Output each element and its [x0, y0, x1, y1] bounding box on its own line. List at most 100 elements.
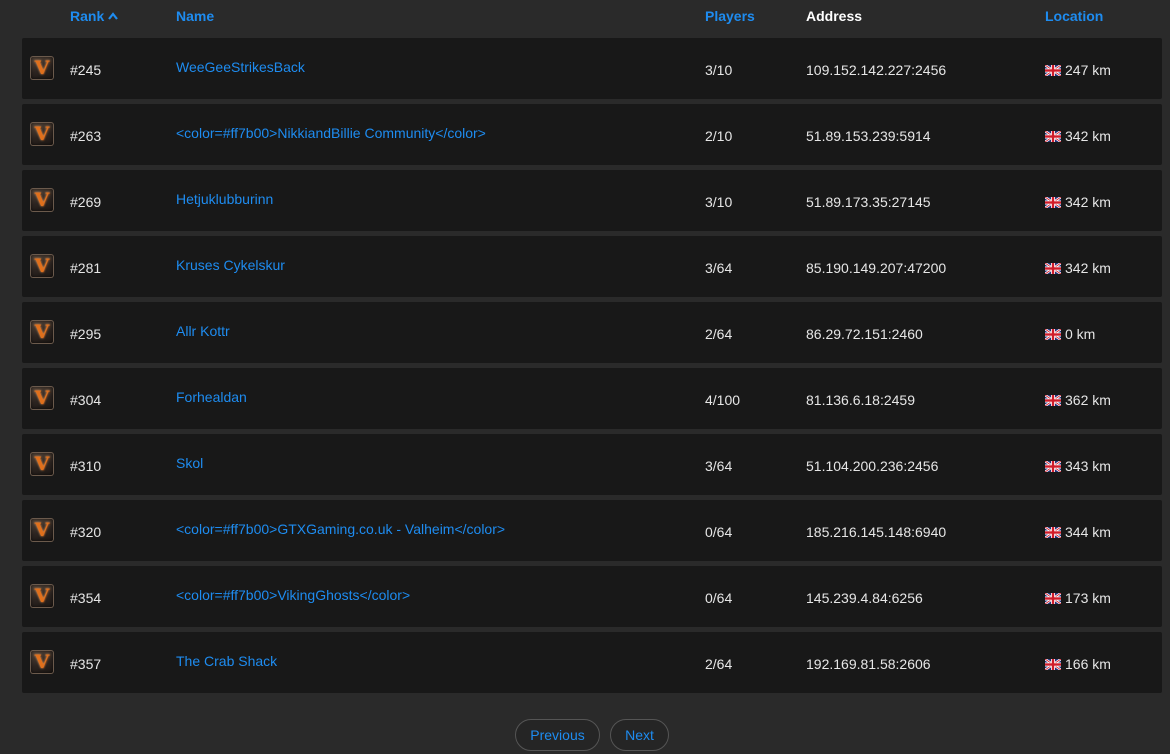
table-row[interactable]: V #320 <color=#ff7b00>GTXGaming.co.uk - Va…: [22, 500, 1162, 561]
rank-cell: #357: [70, 656, 102, 672]
server-name-link[interactable]: The Crab Shack: [176, 653, 277, 669]
address-cell: 109.152.142.227:2456: [806, 62, 947, 78]
valheim-icon: V: [30, 518, 54, 542]
server-name-link[interactable]: WeeGeeStrikesBack: [176, 59, 305, 75]
rank-cell: #310: [70, 458, 102, 474]
uk-flag-icon: [1044, 129, 1062, 143]
distance-value: 342 km: [1065, 260, 1111, 276]
location-cell: 343 km: [1044, 458, 1111, 474]
players-cell: 0/64: [705, 524, 733, 540]
location-cell: 173 km: [1044, 590, 1111, 606]
distance-value: 344 km: [1065, 524, 1111, 540]
server-name-link[interactable]: <color=#ff7b00>NikkiandBillie Community<…: [176, 125, 486, 141]
uk-flag-icon: [1044, 393, 1062, 407]
address-cell: 51.89.173.35:27145: [806, 194, 931, 210]
distance-value: 247 km: [1065, 62, 1111, 78]
uk-flag-icon: [1044, 591, 1062, 605]
table-row[interactable]: V #269 Hetjuklubburinn 3/10 51.89.173.35:271…: [22, 170, 1162, 231]
location-cell: 166 km: [1044, 656, 1111, 672]
previous-button[interactable]: Previous: [515, 719, 600, 751]
uk-flag-icon: [1044, 195, 1062, 209]
address-cell: 185.216.145.148:6940: [806, 524, 947, 540]
valheim-icon: V: [30, 386, 54, 410]
players-cell: 3/64: [705, 458, 733, 474]
location-column-header[interactable]: Location: [1045, 8, 1103, 24]
table-row[interactable]: V #354 <color=#ff7b00>VikingGhosts</color>…: [22, 566, 1162, 627]
distance-value: 342 km: [1065, 128, 1111, 144]
address-cell: 192.169.81.58:2606: [806, 656, 931, 672]
players-cell: 0/64: [705, 590, 733, 606]
server-list: Rank Name Players Address Location V #245…: [22, 0, 1162, 698]
rank-cell: #263: [70, 128, 102, 144]
rank-cell: #245: [70, 62, 102, 78]
uk-flag-icon: [1044, 525, 1062, 539]
distance-value: 0 km: [1065, 326, 1096, 342]
next-button[interactable]: Next: [610, 719, 669, 751]
chevron-up-icon: [108, 12, 119, 20]
players-cell: 4/100: [705, 392, 741, 408]
address-column-header: Address: [806, 8, 863, 24]
table-row[interactable]: V #310 Skol 3/64 51.104.200.236:2456 343 km: [22, 434, 1162, 495]
location-cell: 342 km: [1044, 260, 1111, 276]
location-cell: 342 km: [1044, 194, 1111, 210]
players-cell: 3/64: [705, 260, 733, 276]
players-cell: 2/64: [705, 326, 733, 342]
uk-flag-icon: [1044, 261, 1062, 275]
players-cell: 3/10: [705, 62, 733, 78]
players-cell: 2/64: [705, 656, 733, 672]
address-cell: 86.29.72.151:2460: [806, 326, 923, 342]
uk-flag-icon: [1044, 657, 1062, 671]
distance-value: 342 km: [1065, 194, 1111, 210]
players-cell: 3/10: [705, 194, 733, 210]
rank-cell: #320: [70, 524, 102, 540]
address-cell: 81.136.6.18:2459: [806, 392, 915, 408]
table-row[interactable]: V #245 WeeGeeStrikesBack 3/10 109.152.142.22…: [22, 38, 1162, 99]
name-column-header[interactable]: Name: [176, 8, 214, 24]
server-name-link[interactable]: <color=#ff7b00>VikingGhosts</color>: [176, 587, 410, 603]
table-row[interactable]: V #304 Forhealdan 4/100 81.136.6.18:2459 362 …: [22, 368, 1162, 429]
rank-cell: #269: [70, 194, 102, 210]
server-name-link[interactable]: Forhealdan: [176, 389, 247, 405]
server-name-link[interactable]: <color=#ff7b00>GTXGaming.co.uk - Valheim…: [176, 521, 505, 537]
uk-flag-icon: [1044, 459, 1062, 473]
rank-cell: #281: [70, 260, 102, 276]
table-row[interactable]: V #295 Allr Kottr 2/64 86.29.72.151:2460 0 km: [22, 302, 1162, 363]
server-name-link[interactable]: Skol: [176, 455, 203, 471]
server-name-link[interactable]: Hetjuklubburinn: [176, 191, 273, 207]
table-row[interactable]: V #281 Kruses Cykelskur 3/64 85.190.149.207:…: [22, 236, 1162, 297]
uk-flag-icon: [1044, 327, 1062, 341]
players-cell: 2/10: [705, 128, 733, 144]
table-header: Rank Name Players Address Location: [22, 0, 1162, 38]
address-cell: 51.89.153.239:5914: [806, 128, 931, 144]
rank-header-label: Rank: [70, 8, 105, 24]
valheim-icon: V: [30, 254, 54, 278]
valheim-icon: V: [30, 56, 54, 80]
server-name-link[interactable]: Allr Kottr: [176, 323, 230, 339]
server-name-link[interactable]: Kruses Cykelskur: [176, 257, 285, 273]
location-cell: 342 km: [1044, 128, 1111, 144]
valheim-icon: V: [30, 188, 54, 212]
table-row[interactable]: V #357 The Crab Shack 2/64 192.169.81.58:260…: [22, 632, 1162, 693]
players-column-header[interactable]: Players: [705, 8, 755, 24]
table-row[interactable]: V #263 <color=#ff7b00>NikkiandBillie Commu…: [22, 104, 1162, 165]
valheim-icon: V: [30, 320, 54, 344]
rank-column-header[interactable]: Rank: [70, 8, 119, 24]
address-cell: 145.239.4.84:6256: [806, 590, 923, 606]
valheim-icon: V: [30, 452, 54, 476]
rank-cell: #295: [70, 326, 102, 342]
distance-value: 343 km: [1065, 458, 1111, 474]
distance-value: 166 km: [1065, 656, 1111, 672]
rank-cell: #304: [70, 392, 102, 408]
rank-cell: #354: [70, 590, 102, 606]
location-cell: 362 km: [1044, 392, 1111, 408]
server-rows: V #245 WeeGeeStrikesBack 3/10 109.152.142.22…: [22, 38, 1162, 693]
valheim-icon: V: [30, 584, 54, 608]
valheim-icon: V: [30, 650, 54, 674]
valheim-icon: V: [30, 122, 54, 146]
location-cell: 247 km: [1044, 62, 1111, 78]
distance-value: 173 km: [1065, 590, 1111, 606]
uk-flag-icon: [1044, 63, 1062, 77]
location-cell: 0 km: [1044, 326, 1096, 342]
address-cell: 51.104.200.236:2456: [806, 458, 939, 474]
address-cell: 85.190.149.207:47200: [806, 260, 947, 276]
